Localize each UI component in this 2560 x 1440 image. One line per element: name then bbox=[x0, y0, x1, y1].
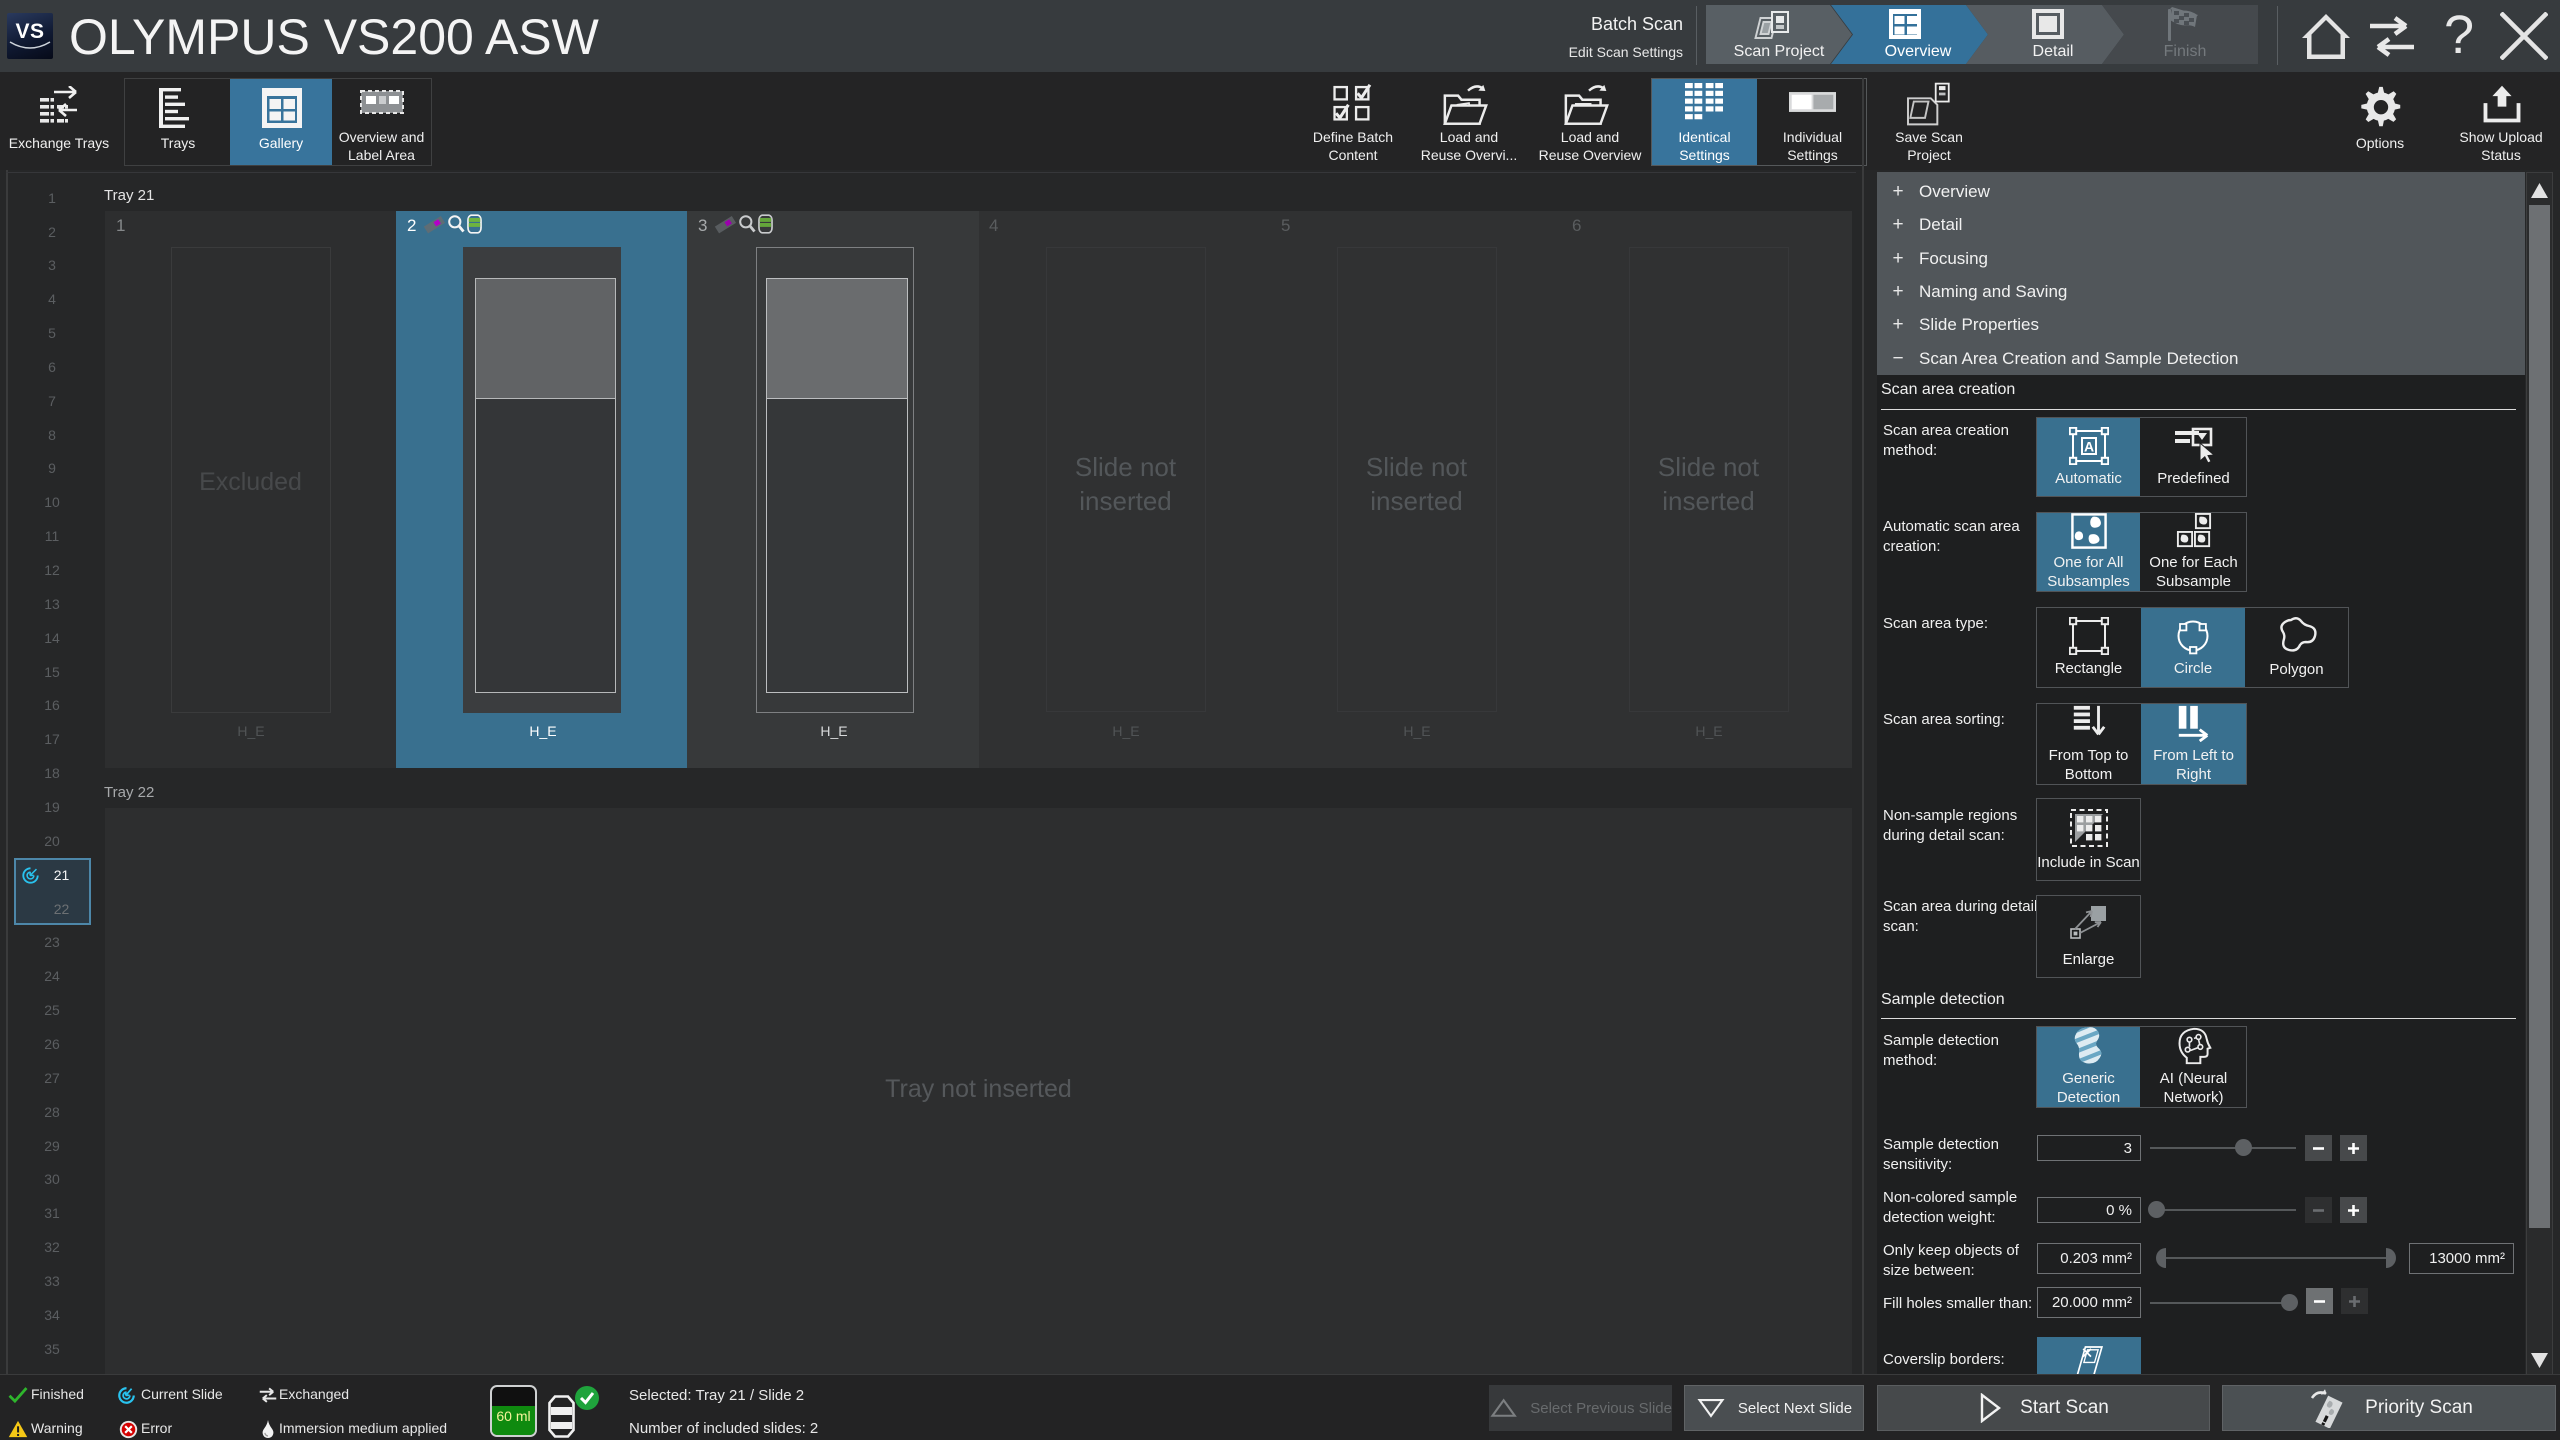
svg-text:A: A bbox=[2083, 438, 2093, 454]
